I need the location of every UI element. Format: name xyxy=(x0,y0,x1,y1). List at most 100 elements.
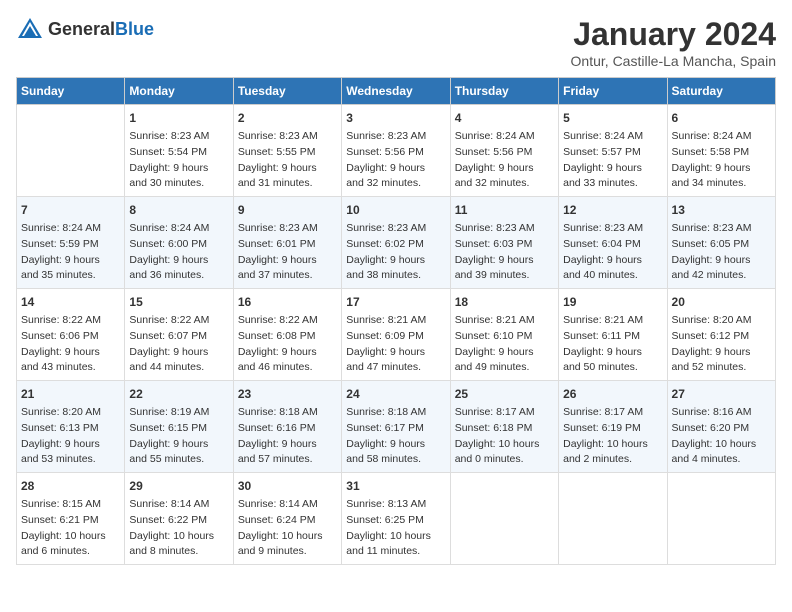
calendar-cell: 10 Sunrise: 8:23 AM Sunset: 6:02 PM Dayli… xyxy=(342,197,450,289)
cell-content: Sunrise: 8:24 AM Sunset: 5:58 PM Dayligh… xyxy=(672,129,771,192)
day-number: 6 xyxy=(672,109,771,127)
day-number: 11 xyxy=(455,201,554,219)
day-number: 4 xyxy=(455,109,554,127)
calendar-cell xyxy=(450,473,558,565)
weekday-header: Tuesday xyxy=(233,78,341,105)
day-number: 24 xyxy=(346,385,445,403)
calendar-cell: 6 Sunrise: 8:24 AM Sunset: 5:58 PM Daylig… xyxy=(667,105,775,197)
day-number: 25 xyxy=(455,385,554,403)
day-number: 23 xyxy=(238,385,337,403)
calendar-week-row: 28Sunrise: 8:15 AM Sunset: 6:21 PM Dayli… xyxy=(17,473,776,565)
calendar-cell: 18 Sunrise: 8:21 AM Sunset: 6:10 PM Dayli… xyxy=(450,289,558,381)
calendar-cell: 25 Sunrise: 8:17 AM Sunset: 6:18 PM Dayli… xyxy=(450,381,558,473)
day-number: 18 xyxy=(455,293,554,311)
day-number: 3 xyxy=(346,109,445,127)
cell-content: Sunrise: 8:17 AM Sunset: 6:18 PM Dayligh… xyxy=(455,405,554,468)
weekday-header: Thursday xyxy=(450,78,558,105)
cell-content: Sunrise: 8:21 AM Sunset: 6:09 PM Dayligh… xyxy=(346,313,445,376)
calendar-cell xyxy=(17,105,125,197)
day-number: 2 xyxy=(238,109,337,127)
cell-content: Sunrise: 8:23 AM Sunset: 6:03 PM Dayligh… xyxy=(455,221,554,284)
cell-content: Sunrise: 8:22 AM Sunset: 6:06 PM Dayligh… xyxy=(21,313,120,376)
cell-content: Sunrise: 8:18 AM Sunset: 6:16 PM Dayligh… xyxy=(238,405,337,468)
calendar-cell: 24Sunrise: 8:18 AM Sunset: 6:17 PM Dayli… xyxy=(342,381,450,473)
cell-content: Sunrise: 8:17 AM Sunset: 6:19 PM Dayligh… xyxy=(563,405,662,468)
calendar-cell: 29 Sunrise: 8:14 AM Sunset: 6:22 PM Dayli… xyxy=(125,473,233,565)
page-header: GeneralBlue January 2024 Ontur, Castille… xyxy=(16,16,776,69)
cell-content: Sunrise: 8:14 AM Sunset: 6:22 PM Dayligh… xyxy=(129,497,228,560)
calendar-cell: 20 Sunrise: 8:20 AM Sunset: 6:12 PM Dayli… xyxy=(667,289,775,381)
main-title: January 2024 xyxy=(571,16,776,53)
calendar-table: SundayMondayTuesdayWednesdayThursdayFrid… xyxy=(16,77,776,565)
cell-content: Sunrise: 8:24 AM Sunset: 5:59 PM Dayligh… xyxy=(21,221,120,284)
calendar-week-row: 1 Sunrise: 8:23 AM Sunset: 5:54 PM Daylig… xyxy=(17,105,776,197)
day-number: 10 xyxy=(346,201,445,219)
cell-content: Sunrise: 8:19 AM Sunset: 6:15 PM Dayligh… xyxy=(129,405,228,468)
day-number: 14 xyxy=(21,293,120,311)
cell-content: Sunrise: 8:23 AM Sunset: 6:05 PM Dayligh… xyxy=(672,221,771,284)
calendar-cell: 4Sunrise: 8:24 AM Sunset: 5:56 PM Daylig… xyxy=(450,105,558,197)
calendar-cell: 28Sunrise: 8:15 AM Sunset: 6:21 PM Dayli… xyxy=(17,473,125,565)
calendar-cell: 22Sunrise: 8:19 AM Sunset: 6:15 PM Dayli… xyxy=(125,381,233,473)
day-number: 12 xyxy=(563,201,662,219)
cell-content: Sunrise: 8:23 AM Sunset: 5:56 PM Dayligh… xyxy=(346,129,445,192)
calendar-cell: 12 Sunrise: 8:23 AM Sunset: 6:04 PM Dayli… xyxy=(559,197,667,289)
cell-content: Sunrise: 8:22 AM Sunset: 6:08 PM Dayligh… xyxy=(238,313,337,376)
day-number: 5 xyxy=(563,109,662,127)
day-number: 19 xyxy=(563,293,662,311)
weekday-header: Saturday xyxy=(667,78,775,105)
day-number: 31 xyxy=(346,477,445,495)
day-number: 1 xyxy=(129,109,228,127)
cell-content: Sunrise: 8:21 AM Sunset: 6:11 PM Dayligh… xyxy=(563,313,662,376)
cell-content: Sunrise: 8:23 AM Sunset: 6:01 PM Dayligh… xyxy=(238,221,337,284)
calendar-cell: 14 Sunrise: 8:22 AM Sunset: 6:06 PM Dayli… xyxy=(17,289,125,381)
subtitle: Ontur, Castille-La Mancha, Spain xyxy=(571,53,776,69)
day-number: 29 xyxy=(129,477,228,495)
day-number: 8 xyxy=(129,201,228,219)
day-number: 30 xyxy=(238,477,337,495)
cell-content: Sunrise: 8:20 AM Sunset: 6:12 PM Dayligh… xyxy=(672,313,771,376)
cell-content: Sunrise: 8:22 AM Sunset: 6:07 PM Dayligh… xyxy=(129,313,228,376)
day-number: 7 xyxy=(21,201,120,219)
cell-content: Sunrise: 8:24 AM Sunset: 5:57 PM Dayligh… xyxy=(563,129,662,192)
day-number: 21 xyxy=(21,385,120,403)
day-number: 9 xyxy=(238,201,337,219)
weekday-header: Friday xyxy=(559,78,667,105)
cell-content: Sunrise: 8:15 AM Sunset: 6:21 PM Dayligh… xyxy=(21,497,120,560)
weekday-header: Sunday xyxy=(17,78,125,105)
cell-content: Sunrise: 8:21 AM Sunset: 6:10 PM Dayligh… xyxy=(455,313,554,376)
cell-content: Sunrise: 8:23 AM Sunset: 6:04 PM Dayligh… xyxy=(563,221,662,284)
cell-content: Sunrise: 8:13 AM Sunset: 6:25 PM Dayligh… xyxy=(346,497,445,560)
logo-text-general: General xyxy=(48,19,115,39)
logo: GeneralBlue xyxy=(16,16,154,44)
calendar-cell: 8Sunrise: 8:24 AM Sunset: 6:00 PM Daylig… xyxy=(125,197,233,289)
calendar-cell: 15 Sunrise: 8:22 AM Sunset: 6:07 PM Dayli… xyxy=(125,289,233,381)
calendar-cell xyxy=(667,473,775,565)
logo-text-blue: Blue xyxy=(115,19,154,39)
calendar-cell: 7 Sunrise: 8:24 AM Sunset: 5:59 PM Daylig… xyxy=(17,197,125,289)
day-number: 27 xyxy=(672,385,771,403)
cell-content: Sunrise: 8:16 AM Sunset: 6:20 PM Dayligh… xyxy=(672,405,771,468)
weekday-header: Wednesday xyxy=(342,78,450,105)
cell-content: Sunrise: 8:23 AM Sunset: 6:02 PM Dayligh… xyxy=(346,221,445,284)
calendar-cell: 9 Sunrise: 8:23 AM Sunset: 6:01 PM Daylig… xyxy=(233,197,341,289)
calendar-cell: 16 Sunrise: 8:22 AM Sunset: 6:08 PM Dayli… xyxy=(233,289,341,381)
day-number: 15 xyxy=(129,293,228,311)
calendar-cell: 11 Sunrise: 8:23 AM Sunset: 6:03 PM Dayli… xyxy=(450,197,558,289)
calendar-cell: 26Sunrise: 8:17 AM Sunset: 6:19 PM Dayli… xyxy=(559,381,667,473)
calendar-week-row: 7 Sunrise: 8:24 AM Sunset: 5:59 PM Daylig… xyxy=(17,197,776,289)
calendar-cell: 27 Sunrise: 8:16 AM Sunset: 6:20 PM Dayli… xyxy=(667,381,775,473)
day-number: 17 xyxy=(346,293,445,311)
title-section: January 2024 Ontur, Castille-La Mancha, … xyxy=(571,16,776,69)
cell-content: Sunrise: 8:14 AM Sunset: 6:24 PM Dayligh… xyxy=(238,497,337,560)
day-number: 16 xyxy=(238,293,337,311)
calendar-header-row: SundayMondayTuesdayWednesdayThursdayFrid… xyxy=(17,78,776,105)
calendar-cell xyxy=(559,473,667,565)
cell-content: Sunrise: 8:23 AM Sunset: 5:54 PM Dayligh… xyxy=(129,129,228,192)
calendar-cell: 31 Sunrise: 8:13 AM Sunset: 6:25 PM Dayli… xyxy=(342,473,450,565)
day-number: 20 xyxy=(672,293,771,311)
cell-content: Sunrise: 8:20 AM Sunset: 6:13 PM Dayligh… xyxy=(21,405,120,468)
calendar-cell: 23 Sunrise: 8:18 AM Sunset: 6:16 PM Dayli… xyxy=(233,381,341,473)
calendar-cell: 21 Sunrise: 8:20 AM Sunset: 6:13 PM Dayli… xyxy=(17,381,125,473)
calendar-cell: 17 Sunrise: 8:21 AM Sunset: 6:09 PM Dayli… xyxy=(342,289,450,381)
